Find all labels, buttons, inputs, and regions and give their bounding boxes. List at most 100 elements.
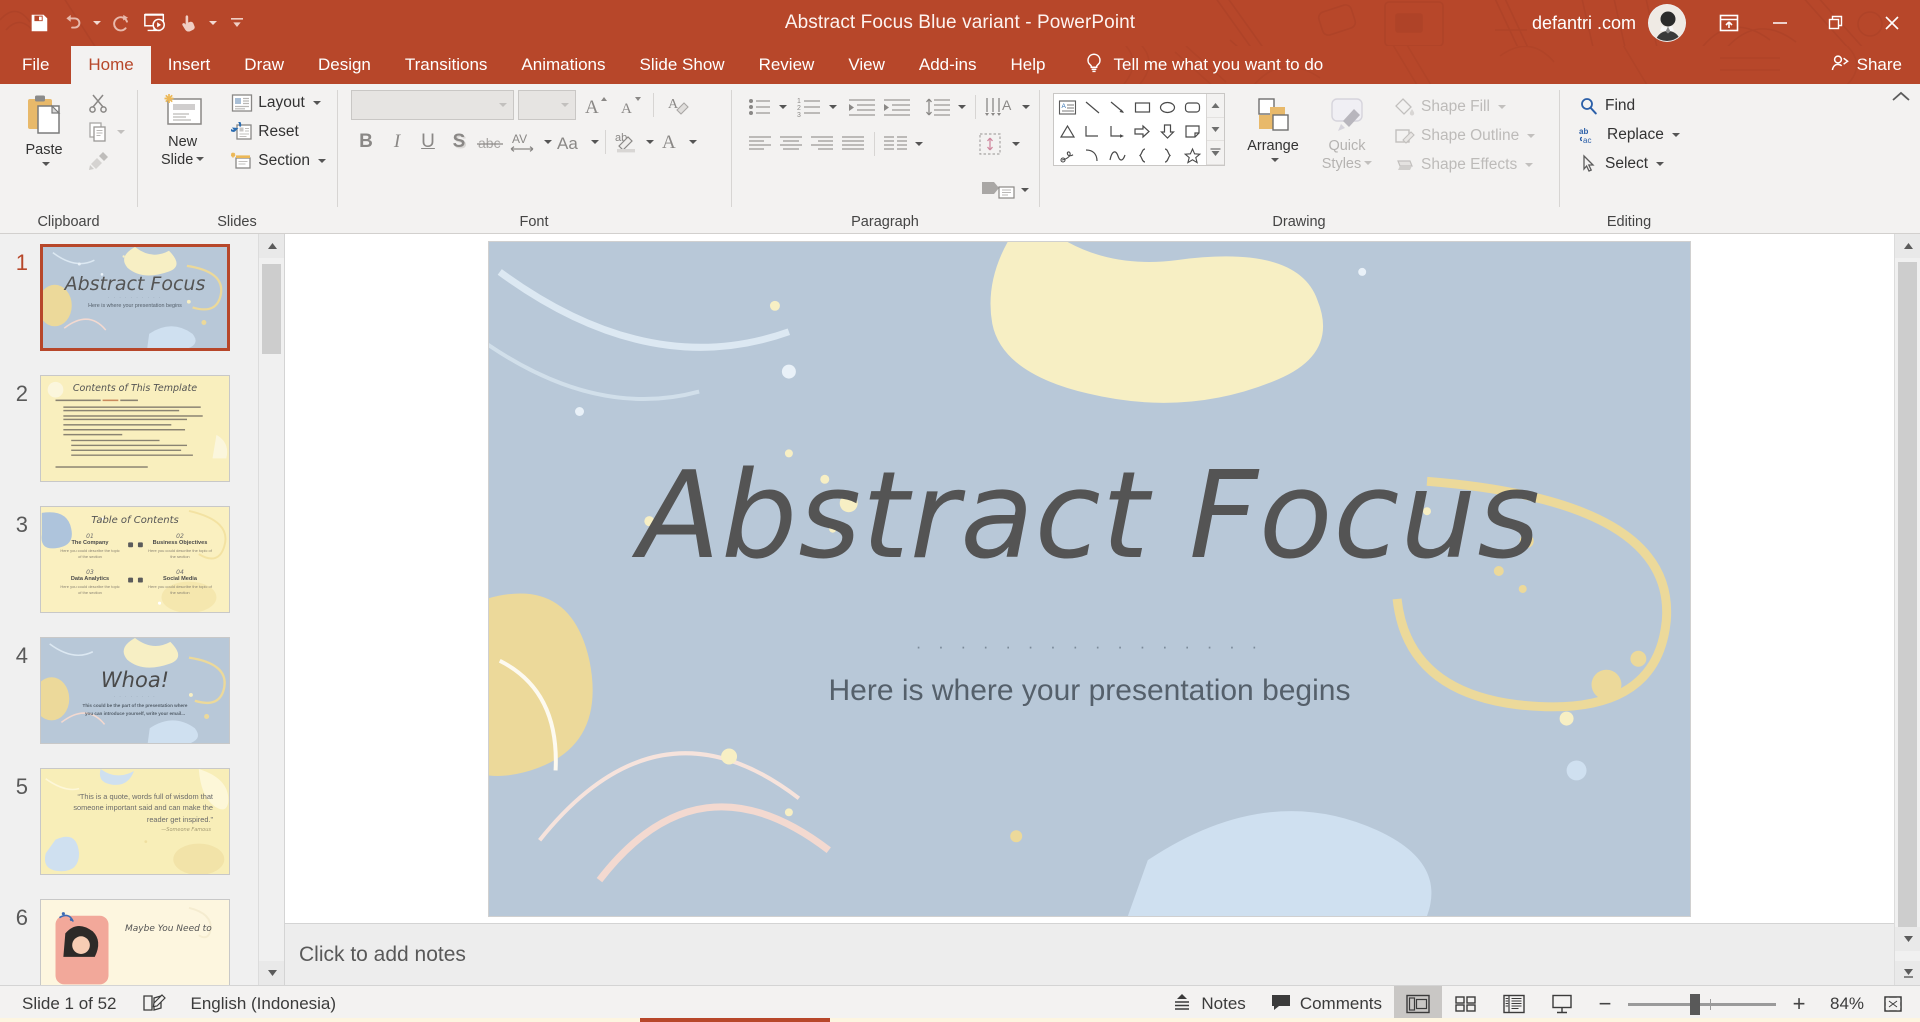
start-from-beginning-icon[interactable] (138, 6, 172, 40)
bold-button[interactable]: B (351, 127, 381, 157)
shape-effects-button[interactable]: Shape Effects (1389, 151, 1540, 179)
text-direction-dropdown-icon[interactable] (1022, 105, 1030, 109)
change-case-dropdown-icon[interactable] (591, 140, 599, 144)
shape-line-icon[interactable] (1080, 95, 1105, 119)
align-left-button[interactable] (745, 129, 775, 159)
spellcheck-button[interactable] (129, 986, 179, 1022)
scroll-up-icon[interactable] (1895, 234, 1920, 258)
slide-thumbnail-1[interactable]: Abstract Focus · · · · · · · · · · Here … (40, 244, 230, 351)
shape-arc-icon[interactable] (1080, 143, 1105, 167)
shape-outline-button[interactable]: Shape Outline (1389, 122, 1540, 150)
tab-file[interactable]: File (0, 46, 71, 84)
line-spacing-button[interactable] (922, 92, 954, 122)
zoom-slider[interactable] (1628, 993, 1776, 1015)
change-case-button[interactable]: Aa (553, 127, 587, 157)
tab-draw[interactable]: Draw (227, 46, 301, 84)
reset-button[interactable]: Reset (226, 118, 331, 146)
convert-to-smartart-button[interactable] (979, 175, 1017, 205)
tab-animations[interactable]: Animations (504, 46, 622, 84)
slide-canvas-area[interactable]: Abstract Focus · · · · · · · · · · · · ·… (285, 234, 1894, 923)
strikethrough-button[interactable]: abc (475, 127, 505, 157)
font-size-combobox[interactable] (518, 90, 576, 120)
tab-transitions[interactable]: Transitions (388, 46, 505, 84)
thumbnails-scrollbar[interactable] (258, 234, 284, 985)
zoom-out-button[interactable]: − (1590, 989, 1620, 1019)
slide-subtitle[interactable]: Here is where your presentation begins (489, 674, 1690, 708)
shape-elbow-arrow-connector-icon[interactable] (1105, 119, 1130, 143)
thumbnails-scroll-thumb[interactable] (262, 264, 281, 354)
scroll-thumb[interactable] (1898, 262, 1917, 927)
shapes-more-icon[interactable] (1207, 141, 1224, 166)
shape-triangle-icon[interactable] (1055, 119, 1080, 143)
shapes-scroll-up-icon[interactable] (1207, 94, 1224, 118)
bullets-dropdown-icon[interactable] (779, 105, 787, 109)
collapse-ribbon-button[interactable] (1890, 88, 1912, 111)
character-spacing-dropdown-icon[interactable] (544, 140, 552, 144)
select-button[interactable]: Select (1573, 150, 1685, 178)
shape-scribble-icon[interactable] (1055, 143, 1080, 167)
slide-thumbnail-5[interactable]: “This is a quote, words full of wisdom t… (40, 768, 230, 875)
align-right-button[interactable] (807, 129, 837, 159)
text-shadow-button[interactable]: S (444, 127, 474, 157)
shape-text-box-icon[interactable]: A (1055, 95, 1080, 119)
font-color-button[interactable]: A (655, 127, 685, 157)
copy-dropdown-icon[interactable] (117, 130, 125, 134)
font-name-combobox[interactable] (351, 90, 514, 120)
font-size-dropdown-icon[interactable] (561, 103, 569, 107)
list-item[interactable]: 4 Whoa! · · · · · · · · This could be th… (0, 637, 258, 744)
next-slide-icon[interactable] (1895, 961, 1920, 985)
cut-button[interactable] (82, 89, 130, 117)
redo-icon[interactable] (104, 6, 138, 40)
tab-design[interactable]: Design (301, 46, 388, 84)
shape-oval-icon[interactable] (1155, 95, 1180, 119)
text-highlight-color-button[interactable]: ab (612, 127, 642, 157)
numbering-button[interactable]: 123 (795, 92, 825, 122)
shape-line-arrow-icon[interactable] (1105, 95, 1130, 119)
increase-list-level-button[interactable] (880, 92, 914, 122)
shape-curve-icon[interactable] (1105, 143, 1130, 167)
customize-qat-icon[interactable] (220, 6, 254, 40)
shape-star-icon[interactable] (1180, 143, 1205, 167)
underline-button[interactable]: U (413, 127, 443, 157)
find-button[interactable]: Find (1573, 92, 1685, 120)
list-item[interactable]: 1 Abstract Focus · · · · · · · · · · Her… (0, 244, 258, 351)
highlight-dropdown-icon[interactable] (646, 140, 654, 144)
reading-view-button[interactable] (1490, 986, 1538, 1022)
avatar[interactable] (1648, 4, 1686, 42)
comments-button[interactable]: Comments (1258, 986, 1394, 1022)
columns-button[interactable] (881, 129, 911, 159)
tell-me-search[interactable]: Tell me what you want to do (1084, 46, 1323, 84)
shape-right-arrow-icon[interactable] (1130, 119, 1155, 143)
slide-show-view-button[interactable] (1538, 986, 1586, 1022)
shapes-gallery[interactable]: A (1053, 93, 1225, 166)
section-dropdown-icon[interactable] (318, 159, 326, 163)
columns-dropdown-icon[interactable] (915, 142, 923, 146)
ribbon-display-options-icon[interactable] (1706, 0, 1752, 46)
quick-styles-button[interactable]: Quick Styles (1311, 93, 1383, 172)
zoom-slider-thumb[interactable] (1690, 993, 1700, 1015)
arrange-button[interactable]: Arrange (1235, 93, 1311, 162)
list-item[interactable]: 3 Table of Contents 01 The Company Here … (0, 506, 258, 613)
shape-rectangle-icon[interactable] (1130, 95, 1155, 119)
slide-thumbnail-4[interactable]: Whoa! · · · · · · · · This could be the … (40, 637, 230, 744)
current-slide[interactable]: Abstract Focus · · · · · · · · · · · · ·… (488, 240, 1691, 917)
new-slide-button[interactable]: New Slide (145, 89, 220, 168)
format-painter-button[interactable] (82, 147, 130, 175)
shape-right-brace-icon[interactable] (1155, 143, 1180, 167)
quick-styles-dropdown-icon[interactable] (1364, 161, 1373, 165)
align-center-button[interactable] (776, 129, 806, 159)
tab-home[interactable]: Home (71, 46, 151, 84)
shapes-gallery-scrollbar[interactable] (1206, 94, 1224, 166)
shape-rounded-rectangle-icon[interactable] (1180, 95, 1205, 119)
list-item[interactable]: 6 Maybe You Need to (0, 899, 258, 985)
close-button[interactable] (1864, 0, 1920, 46)
slide-vertical-scrollbar[interactable] (1894, 234, 1920, 985)
line-spacing-dropdown-icon[interactable] (958, 105, 966, 109)
thumbnails-scroll-down-icon[interactable] (259, 961, 284, 985)
thumbnails-scroll-up-icon[interactable] (259, 234, 284, 258)
tab-insert[interactable]: Insert (151, 46, 228, 84)
fit-to-window-button[interactable] (1876, 987, 1910, 1021)
zoom-in-button[interactable]: + (1784, 989, 1814, 1019)
shape-outline-dropdown-icon[interactable] (1527, 134, 1536, 138)
section-button[interactable]: Section (226, 147, 331, 175)
